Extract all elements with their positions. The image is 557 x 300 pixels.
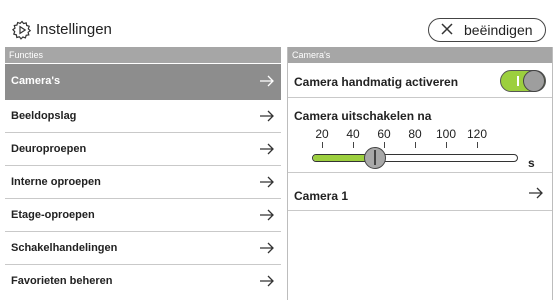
menu-item-internal-calls[interactable]: Interne oproepen [5, 167, 281, 199]
close-icon [441, 23, 453, 35]
scale-tick [446, 142, 447, 148]
scale-label: 80 [408, 127, 422, 141]
timeout-unit: s [528, 156, 535, 170]
menu-item-label: Deuroproepen [11, 143, 87, 155]
functions-heading: Functies [5, 47, 281, 63]
timeout-row: Camera uitschakelen na 20 40 60 80 100 120 s [288, 99, 552, 173]
arrow-right-icon [260, 75, 274, 87]
timeout-slider-track[interactable] [312, 154, 518, 162]
end-button[interactable]: beëindigen [428, 18, 546, 42]
scale-label: 60 [377, 127, 391, 141]
menu-item-label: Beeldopslag [11, 110, 77, 122]
arrow-right-icon [260, 275, 274, 287]
menu-item-label: Interne oproepen [11, 176, 101, 188]
manual-activation-label: Camera handmatig activeren [294, 75, 459, 89]
end-button-label: beëindigen [464, 22, 533, 38]
toggle-knob[interactable] [523, 69, 545, 92]
camera-settings-panel: Camera's Camera handmatig activeren Came… [287, 47, 553, 300]
menu-item-label: Etage-oproepen [11, 209, 95, 221]
arrow-right-icon [529, 187, 543, 199]
gear-icon [12, 20, 32, 40]
scale-tick [322, 142, 323, 148]
scale-tick [384, 142, 385, 148]
arrow-right-icon [260, 209, 274, 221]
menu-item-label: Schakelhandelingen [11, 242, 118, 254]
timeout-slider-thumb[interactable] [364, 147, 386, 169]
scale-label: 100 [435, 127, 457, 141]
menu-item-label: Camera's [11, 75, 61, 87]
thumb-grip [374, 150, 376, 165]
arrow-right-icon [260, 176, 274, 188]
menu-item-label: Favorieten beheren [11, 275, 113, 287]
menu-item-door-calls[interactable]: Deuroproepen [5, 134, 281, 166]
scale-label: 120 [466, 127, 488, 141]
menu-item-floor-calls[interactable]: Etage-oproepen [5, 200, 281, 232]
scale-tick [415, 142, 416, 148]
page-title: Instellingen [36, 21, 112, 38]
manual-activation-toggle[interactable] [500, 69, 546, 92]
panel-heading: Camera's [288, 47, 552, 63]
arrow-right-icon [260, 110, 274, 122]
scale-tick [353, 142, 354, 148]
menu-item-image-storage[interactable]: Beeldopslag [5, 101, 281, 133]
arrow-right-icon [260, 242, 274, 254]
scale-tick [477, 142, 478, 148]
menu-item-cameras[interactable]: Camera's [5, 64, 281, 100]
scale-label: 20 [315, 127, 329, 141]
menu-item-switching-actions[interactable]: Schakelhandelingen [5, 233, 281, 265]
menu-item-favorites[interactable]: Favorieten beheren [5, 266, 281, 298]
manual-activation-row: Camera handmatig activeren [288, 63, 552, 98]
header-bar: Instellingen beëindigen [0, 0, 557, 44]
settings-screen: Instellingen beëindigen Functies Camera'… [0, 0, 557, 300]
functions-menu: Functies Camera's Beeldopslag Deuroproep… [5, 47, 281, 300]
timeout-label: Camera uitschakelen na [294, 109, 432, 123]
toggle-on-indicator [517, 76, 519, 86]
scale-label: 40 [346, 127, 360, 141]
camera-1-row[interactable]: Camera 1 [288, 175, 552, 211]
camera-1-label: Camera 1 [294, 189, 349, 203]
arrow-right-icon [260, 143, 274, 155]
